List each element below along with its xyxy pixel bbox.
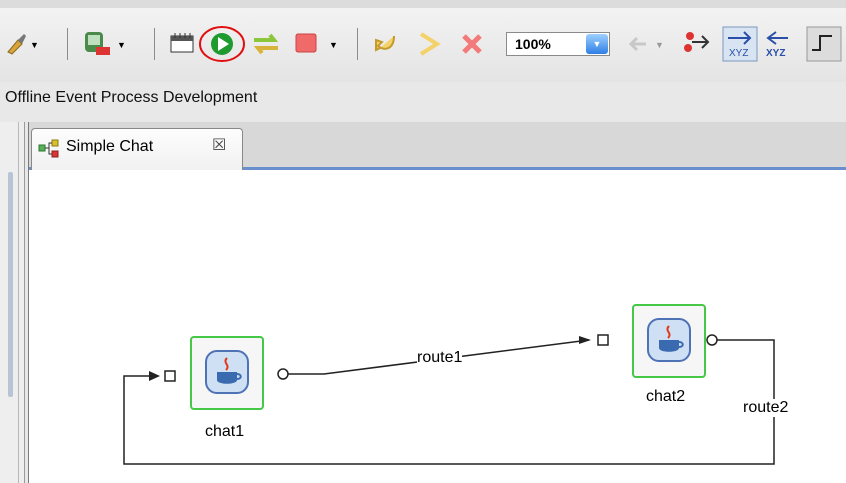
java-bubble-icon [647, 318, 691, 362]
connector-icon[interactable] [806, 26, 842, 62]
chat2-node[interactable] [632, 304, 706, 378]
main-toolbar: ▼ ▼ ▼ 100% ▼ ▼ XYZ XYZ [0, 0, 846, 82]
java-bubble-icon [205, 350, 249, 394]
zoom-dropdown[interactable]: 100% ▼ [506, 32, 610, 56]
deploy-dropdown-arrow[interactable]: ▼ [117, 40, 126, 50]
route2-label: route2 [743, 399, 789, 417]
left-panel [0, 122, 25, 483]
toolbar-separator [154, 28, 155, 60]
diagram-canvas[interactable]: chat1 chat2 route1 route2 [29, 170, 846, 483]
undo-icon[interactable] [372, 30, 400, 58]
svg-text:XYZ: XYZ [729, 48, 748, 59]
svg-text:XYZ: XYZ [766, 48, 785, 59]
tab-simple-chat[interactable]: Simple Chat ☒ [31, 128, 243, 170]
java-icon [659, 325, 684, 352]
toolbar-separator [67, 28, 68, 60]
zoom-value: 100% [515, 36, 551, 52]
route1-label: route1 [417, 349, 463, 367]
chat1-node[interactable] [190, 336, 264, 410]
connections-layer [123, 334, 775, 465]
network-icon[interactable] [680, 28, 712, 58]
tab-label: Simple Chat [66, 138, 154, 155]
perspective-title: Offline Event Process Development [5, 89, 258, 106]
run-icon[interactable] [198, 24, 246, 64]
xyz-split-icon[interactable]: XYZ [762, 26, 794, 62]
stop-dropdown-arrow[interactable]: ▼ [329, 40, 338, 50]
toolbar-top-edge [0, 0, 846, 8]
brush-icon[interactable] [4, 32, 28, 56]
zoom-dropdown-arrow[interactable]: ▼ [586, 34, 608, 54]
diagram-editor: Simple Chat ☒ chat1 chat2 route1 route2 [28, 122, 846, 483]
toolbar-separator [357, 28, 358, 60]
java-icon [217, 357, 242, 384]
calendar-icon[interactable] [169, 30, 195, 56]
editor-tab-bar: Simple Chat ☒ [29, 122, 846, 170]
redo-icon[interactable] [415, 30, 443, 58]
back-dropdown-arrow[interactable]: ▼ [655, 40, 664, 50]
chat2-label: chat2 [646, 388, 686, 405]
stop-icon[interactable] [294, 32, 322, 56]
left-panel-scrollbar[interactable] [8, 172, 13, 397]
delete-icon[interactable] [458, 30, 486, 58]
xyz-arrow-icon[interactable]: XYZ [722, 26, 758, 62]
tab-close-icon[interactable]: ☒ [212, 135, 226, 155]
brush-dropdown-arrow[interactable]: ▼ [30, 40, 39, 50]
diagram-file-icon [38, 139, 59, 158]
back-arrow-icon[interactable] [626, 32, 652, 56]
refresh-icon[interactable] [250, 30, 282, 58]
chat1-label: chat1 [205, 423, 245, 440]
deploy-icon[interactable] [82, 30, 112, 58]
